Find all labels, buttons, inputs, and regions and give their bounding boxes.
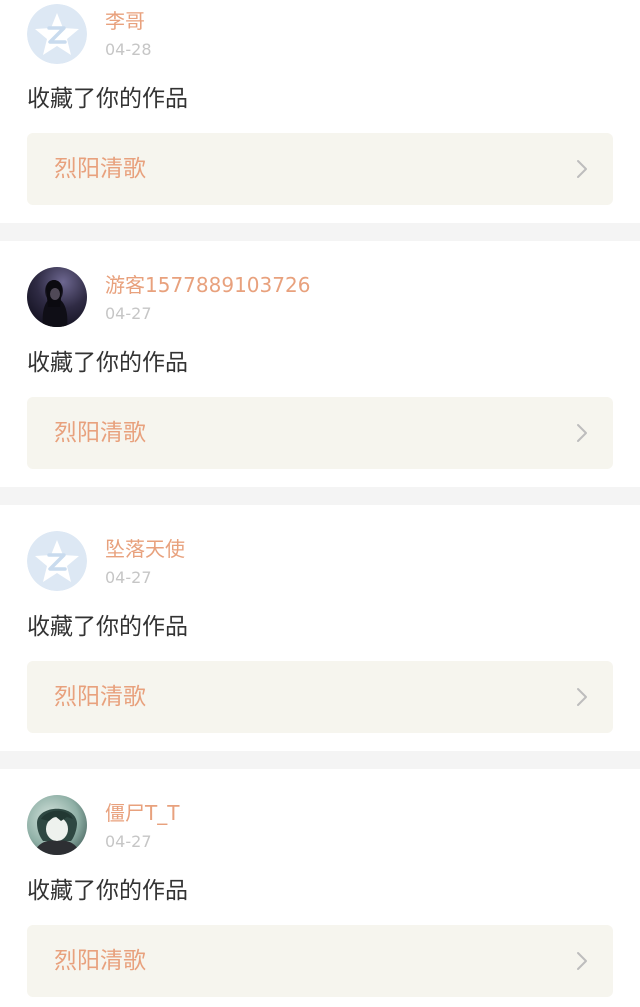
divider xyxy=(0,223,640,241)
timestamp: 04-27 xyxy=(105,304,152,323)
work-link[interactable]: 烈阳清歌 xyxy=(27,397,613,469)
notification-item: 僵尸T_T 04-27 收藏了你的作品 烈阳清歌 xyxy=(0,769,640,1007)
avatar[interactable] xyxy=(27,795,87,855)
username[interactable]: 坠落天使 xyxy=(105,537,185,561)
work-title: 烈阳清歌 xyxy=(54,684,146,710)
timestamp: 04-27 xyxy=(105,832,152,851)
work-title: 烈阳清歌 xyxy=(54,156,146,182)
default-star-avatar-icon xyxy=(27,4,87,64)
notification-item: 李哥 04-28 收藏了你的作品 烈阳清歌 xyxy=(0,0,640,223)
username[interactable]: 僵尸T_T xyxy=(105,801,179,825)
work-title: 烈阳清歌 xyxy=(54,948,146,974)
user-photo-avatar xyxy=(27,267,87,327)
timestamp: 04-27 xyxy=(105,568,152,587)
avatar[interactable] xyxy=(27,267,87,327)
action-text: 收藏了你的作品 xyxy=(27,878,188,904)
username[interactable]: 游客1577889103726 xyxy=(105,273,310,297)
chevron-right-icon xyxy=(577,952,587,970)
avatar[interactable] xyxy=(27,4,87,64)
chevron-right-icon xyxy=(577,160,587,178)
action-text: 收藏了你的作品 xyxy=(27,350,188,376)
work-link[interactable]: 烈阳清歌 xyxy=(27,133,613,205)
notification-item: 坠落天使 04-27 收藏了你的作品 烈阳清歌 xyxy=(0,505,640,751)
chevron-right-icon xyxy=(577,688,587,706)
user-photo-avatar xyxy=(27,795,87,855)
default-star-avatar-icon xyxy=(27,531,87,591)
notification-item: 游客1577889103726 04-27 收藏了你的作品 烈阳清歌 xyxy=(0,241,640,487)
work-link[interactable]: 烈阳清歌 xyxy=(27,925,613,997)
divider xyxy=(0,487,640,505)
timestamp: 04-28 xyxy=(105,40,152,59)
avatar[interactable] xyxy=(27,531,87,591)
work-link[interactable]: 烈阳清歌 xyxy=(27,661,613,733)
divider xyxy=(0,751,640,769)
action-text: 收藏了你的作品 xyxy=(27,614,188,640)
chevron-right-icon xyxy=(577,424,587,442)
username[interactable]: 李哥 xyxy=(105,9,145,33)
action-text: 收藏了你的作品 xyxy=(27,86,188,112)
work-title: 烈阳清歌 xyxy=(54,420,146,446)
